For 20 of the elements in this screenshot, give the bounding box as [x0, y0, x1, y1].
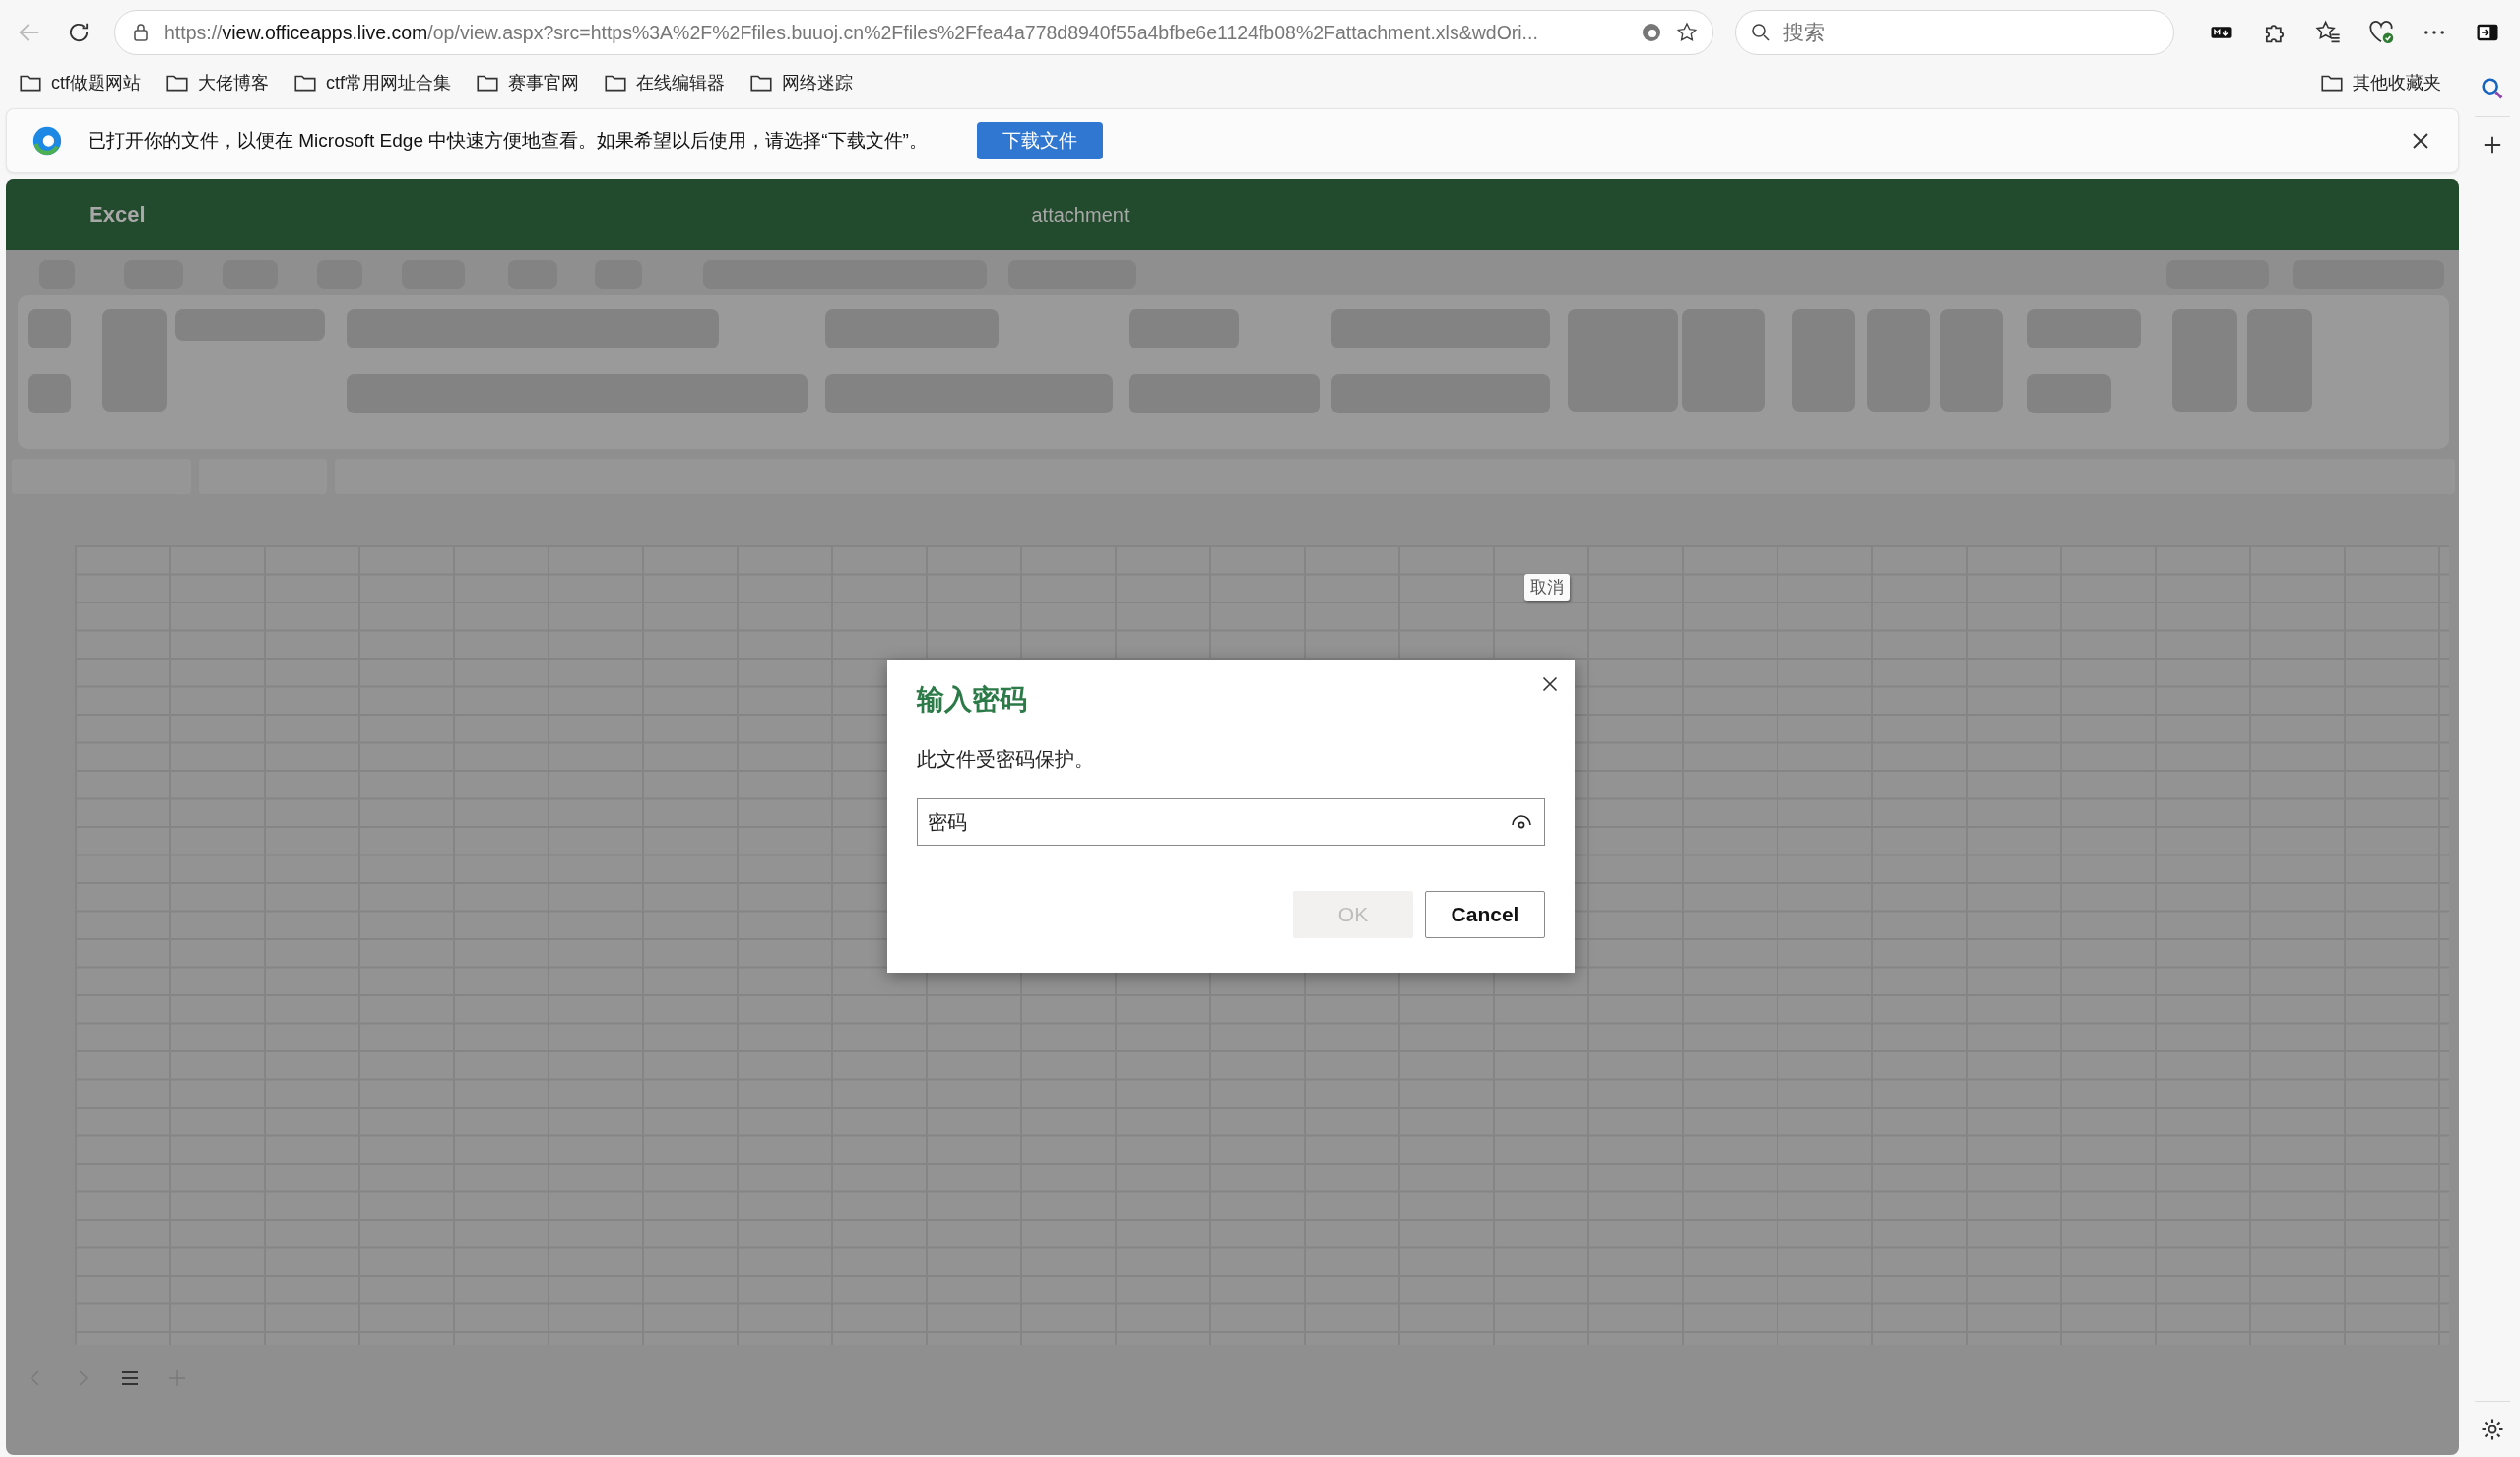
- url-text: https://view.officeapps.live.com/op/view.aspx?src=https%3A%2F%2Ffiles.buuoj.cn%2Ffiles%2Ffea4a778d8940f55a4bfbe6e1124fb08%2Fattachment.xls&wdOri...: [164, 21, 1539, 44]
- app-name: Excel: [89, 202, 146, 227]
- password-field[interactable]: 密码: [917, 798, 1545, 846]
- tooltip: 取消: [1524, 574, 1570, 601]
- document-title: attachment: [1031, 203, 1130, 226]
- dialog-title: 输入密码: [917, 683, 1028, 717]
- health-icon[interactable]: [2367, 19, 2395, 46]
- info-message: 已打开你的文件，以便在 Microsoft Edge 中快速方便地查看。如果希望以后使用，请选择“下载文件”。: [88, 129, 928, 153]
- address-bar[interactable]: https://view.officeapps.live.com/op/view.aspx?src=https%3A%2F%2Ffiles.buuoj.cn%2Ffiles%2Ffea4a778d8940f55a4bfbe6e1124fb08%2Fattachment.xls&wdOri...: [114, 10, 1713, 55]
- bookmark-folder[interactable]: 网络迷踪: [748, 70, 854, 95]
- bookmark-folder[interactable]: ctf做题网站: [18, 70, 141, 95]
- bookmark-folder[interactable]: 赛事官网: [475, 70, 580, 95]
- search-field[interactable]: 搜索: [1735, 10, 2174, 55]
- bookmark-folder[interactable]: 在线编辑器: [603, 70, 726, 95]
- bookmark-folder[interactable]: 其他收藏夹: [2319, 70, 2441, 95]
- bookmark-folder[interactable]: 大佬博客: [164, 70, 269, 95]
- bookmark-folder[interactable]: ctf常用网址合集: [292, 70, 452, 95]
- dialog-message: 此文件受密码保护。: [917, 747, 1095, 772]
- dialog-button[interactable]: Cancel: [1425, 891, 1545, 938]
- download-button[interactable]: 下载文件: [976, 122, 1103, 159]
